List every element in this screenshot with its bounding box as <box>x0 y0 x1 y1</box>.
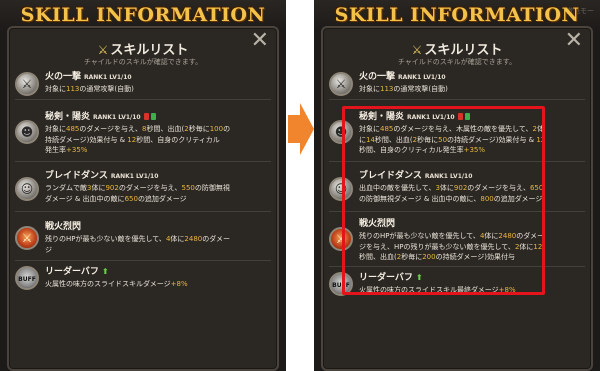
skill-name: 火の一撃 <box>359 72 396 82</box>
skill-list-window: ✕ ⚔ スキルリスト チャイルドのスキルが確認できます。 ⚔ 火の一撃 RANK1 … <box>7 26 279 371</box>
skill-name: リーダーバフ <box>45 267 99 277</box>
window-title-text: スキルリスト <box>110 43 189 58</box>
buff-icon <box>150 113 156 120</box>
skill-name: 火の一撃 <box>45 72 82 82</box>
window-subtitle: チャイルドのスキルが確認できます。 <box>397 58 517 66</box>
buff-up-icon: ⬆ <box>101 267 109 276</box>
skill-description: 対象に113の通常攻撃(自動) <box>45 85 134 93</box>
page-header: SKILL INFORMATION <box>334 4 580 26</box>
changes-highlight-box <box>342 106 545 295</box>
window-title-text: スキルリスト <box>424 43 503 58</box>
arrow-right-icon <box>288 103 314 155</box>
window-subtitle: チャイルドのスキルが確認できます。 <box>83 58 203 66</box>
divider <box>15 161 271 162</box>
crossed-swords-icon: ⚔ <box>411 43 423 57</box>
sword-gray-icon: ⚔ <box>329 72 353 96</box>
crossed-swords-fire-icon: ⚔ <box>15 226 39 250</box>
skill-description: 残りのHPが最も少ない敵を優先して、4体に2480のダメー ジ <box>45 235 231 254</box>
divider <box>15 260 271 261</box>
window-title: ⚔ スキルリスト <box>9 39 277 58</box>
skill-info-panel-before: SKILL INFORMATION ✕ ⚔ スキルリスト チャイルドのスキルが確認… <box>0 0 286 371</box>
fire-attribute-icon <box>143 113 149 120</box>
page-header: SKILL INFORMATION <box>20 4 266 26</box>
skill-description: ランダムで敵3体に902のダメージを与え、550の防御無視 ダメージ & 出血中… <box>45 184 230 203</box>
sword-gray-icon: ⚔ <box>15 72 39 96</box>
skill-name: 戦火烈閃 <box>45 222 82 232</box>
crossed-swords-icon: ⚔ <box>97 43 109 57</box>
divider <box>15 211 271 212</box>
skill-name: ブレイドダンス <box>45 171 108 181</box>
skill-description: 対象に113の通常攻撃(自動) <box>359 85 448 93</box>
knight-portrait-icon: ☻ <box>15 120 39 144</box>
skill-description: 対象に485のダメージを与え、8秒間、出血(2秒毎に100の 持続ダメージ)効果… <box>45 125 231 154</box>
skill-name: 秘剣・陽炎 <box>45 112 91 122</box>
skill-description: 火属性の味方のスライドスキルダメージ+8% <box>45 280 188 288</box>
window-title: ⚔ スキルリスト <box>323 39 591 58</box>
divider <box>15 99 271 100</box>
divider <box>329 99 585 100</box>
leader-buff-icon: BUFF <box>15 266 39 290</box>
fighter-portrait-icon: ☺ <box>15 177 39 201</box>
